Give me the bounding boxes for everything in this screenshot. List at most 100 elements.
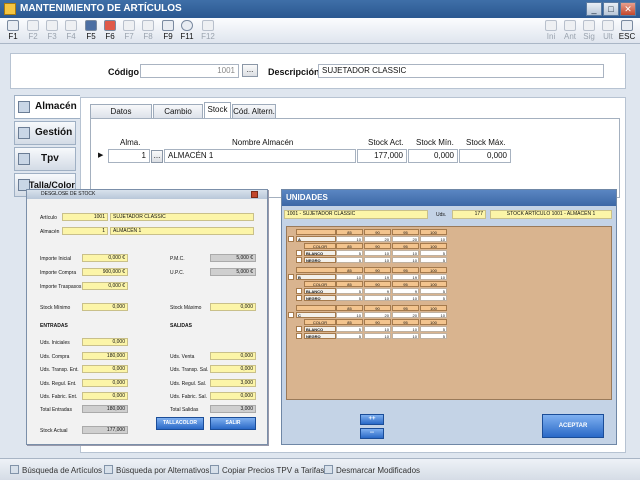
f12-button[interactable]: F12 — [199, 20, 217, 41]
f9-button[interactable]: F9 — [159, 20, 177, 41]
aceptar-button[interactable]: ACEPTAR — [542, 414, 604, 438]
group-total[interactable]: 10 — [336, 274, 363, 280]
qty-cell[interactable]: 9 — [364, 288, 391, 294]
qty-cell[interactable]: 5 — [336, 295, 363, 301]
tab-tpv[interactable]: Tpv — [14, 147, 76, 171]
unidades-title: UNIDADES — [282, 190, 616, 206]
qty-cell[interactable]: 9 — [392, 288, 419, 294]
new-icon — [27, 20, 39, 31]
row-indicator-icon: ▶ — [98, 152, 104, 159]
qty-cell[interactable]: 5 — [336, 326, 363, 332]
f8-button[interactable]: F8 — [139, 20, 157, 41]
desmarcar-modificados-link[interactable]: Desmarcar Modificados — [324, 465, 420, 475]
size-header: 100 — [420, 267, 447, 273]
tab-cod-altern[interactable]: Cód. Altern. — [232, 104, 276, 118]
importe-traspasos-label: Importe Traspasos — [40, 284, 82, 290]
qty-cell[interactable]: 5 — [420, 333, 447, 339]
salir-button[interactable]: SALIR — [210, 417, 256, 430]
group-total[interactable]: 10 — [336, 236, 363, 242]
qty-cell[interactable]: 10 — [364, 326, 391, 332]
codigo-input[interactable]: 1001 — [140, 64, 239, 78]
next-record-button[interactable]: Sig — [580, 20, 598, 41]
tab-cambio-prec[interactable]: Cambio Prec. — [153, 104, 203, 129]
copiar-precios-link[interactable]: Copiar Precios TPV a Tarifas — [210, 465, 324, 475]
group-total[interactable]: 10 — [420, 274, 447, 280]
cell-stock-act[interactable]: 177,000 — [357, 149, 407, 163]
qty-cell[interactable]: 10 — [392, 295, 419, 301]
f3-button[interactable]: F3 — [43, 20, 61, 41]
minus-button[interactable]: -- — [360, 428, 384, 439]
alma-browse-button[interactable]: ... — [151, 150, 163, 163]
tab-datos-generales[interactable]: Datos Generales — [90, 104, 152, 129]
exit-icon — [621, 20, 633, 31]
qty-cell[interactable]: 10 — [364, 333, 391, 339]
group-total[interactable]: 20 — [364, 236, 391, 242]
qty-cell[interactable]: 5 — [336, 288, 363, 294]
color-name: NEGRO — [304, 333, 336, 339]
descripcion-input[interactable]: SUJETADOR CLASSIC — [318, 64, 604, 78]
group-total[interactable]: 10 — [420, 236, 447, 242]
uds-transp-ent-label: Uds. Transp. Ent. — [40, 367, 79, 373]
qty-cell[interactable]: 5 — [336, 257, 363, 263]
esc-button[interactable]: ESC — [618, 20, 636, 41]
qty-cell[interactable]: 10 — [364, 295, 391, 301]
f7-button[interactable]: F7 — [120, 20, 138, 41]
search-icon — [104, 465, 113, 474]
tab-almacen[interactable]: Almacén — [14, 95, 80, 119]
importe-inicial: 0,000 € — [82, 254, 128, 262]
tab-gestion[interactable]: Gestión — [14, 121, 76, 145]
busqueda-alternativos-link[interactable]: Búsqueda por Alternativos — [104, 465, 209, 475]
cell-stock-min[interactable]: 0,000 — [408, 149, 458, 163]
group-total[interactable]: 20 — [364, 312, 391, 318]
group-total[interactable]: 20 — [392, 312, 419, 318]
group-total[interactable]: 10 — [336, 312, 363, 318]
qty-cell[interactable]: 10 — [392, 326, 419, 332]
plus-button[interactable]: ++ — [360, 414, 384, 425]
qty-cell[interactable]: 10 — [392, 257, 419, 263]
qty-cell[interactable]: 5 — [420, 288, 447, 294]
qty-cell[interactable]: 5 — [336, 333, 363, 339]
copy-icon — [210, 465, 219, 474]
close-button[interactable]: ✕ — [620, 2, 636, 16]
total-entradas: 180,000 — [82, 405, 128, 413]
edit-icon — [46, 20, 58, 31]
f6-button[interactable]: F6 — [101, 20, 119, 41]
first-record-button[interactable]: Ini — [542, 20, 560, 41]
desglose-close-button[interactable] — [251, 191, 258, 198]
f5-button[interactable]: F5 — [82, 20, 100, 41]
prev-record-button[interactable]: Ant — [561, 20, 579, 41]
tallacolor-button[interactable]: TALLACOLOR — [156, 417, 204, 430]
size-header: 85 — [336, 319, 363, 325]
cell-nombre-almacen[interactable]: ALMACÉN 1 — [164, 149, 356, 163]
codigo-browse-button[interactable]: ... — [242, 64, 258, 77]
col-stock-max: Stock Máx. — [466, 138, 506, 147]
qty-cell[interactable]: 10 — [392, 333, 419, 339]
size-header: 95 — [392, 305, 419, 311]
busqueda-articulos-link[interactable]: Búsqueda de Artículos — [10, 465, 102, 475]
qty-cell[interactable]: 5 — [420, 250, 447, 256]
color-name: NEGRO — [304, 257, 336, 263]
qty-cell[interactable]: 5 — [420, 257, 447, 263]
f1-button[interactable]: F1 — [4, 20, 22, 41]
cell-stock-max[interactable]: 0,000 — [459, 149, 511, 163]
qty-cell[interactable]: 10 — [392, 250, 419, 256]
f2-button[interactable]: F2 — [24, 20, 42, 41]
group-total[interactable]: 19 — [364, 274, 391, 280]
f11-button[interactable]: F11 — [178, 20, 196, 41]
qty-cell[interactable]: 10 — [364, 250, 391, 256]
cell-alma[interactable]: 1 — [108, 149, 150, 163]
last-record-button[interactable]: Ult — [599, 20, 617, 41]
f4-button[interactable]: F4 — [62, 20, 80, 41]
stock-actual: 177,000 — [82, 426, 128, 434]
group-total[interactable]: 20 — [392, 236, 419, 242]
maximize-button[interactable]: □ — [603, 2, 619, 16]
qty-cell[interactable]: 5 — [420, 326, 447, 332]
qty-cell[interactable]: 5 — [336, 250, 363, 256]
qty-cell[interactable]: 10 — [364, 257, 391, 263]
col-nombre-almacen: Nombre Almacén — [232, 138, 294, 147]
minimize-button[interactable]: _ — [586, 2, 602, 16]
tab-stock[interactable]: Stock — [204, 102, 231, 118]
group-total[interactable]: 10 — [420, 312, 447, 318]
group-total[interactable]: 19 — [392, 274, 419, 280]
qty-cell[interactable]: 5 — [420, 295, 447, 301]
